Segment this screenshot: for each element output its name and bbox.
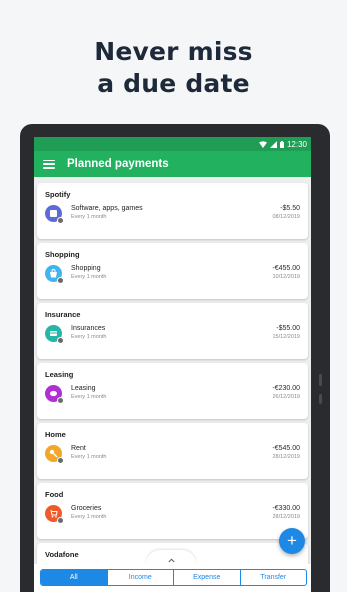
software-icon: [45, 204, 64, 224]
payment-category: Software, apps, games: [71, 205, 143, 212]
payment-card[interactable]: Leasing Leasing Every 1 month -€230.00 2…: [37, 363, 308, 419]
battery-icon: [279, 140, 284, 148]
payment-title: Home: [45, 430, 66, 439]
tab-income[interactable]: Income: [106, 570, 174, 585]
payment-card[interactable]: Shopping Shopping Every 1 month -€455.00…: [37, 243, 308, 299]
payment-date: 10/12/2019: [272, 274, 300, 280]
app-screen: 12:30 Planned payments Spotify Software,…: [34, 137, 311, 592]
headline: Never miss a due date: [0, 36, 347, 100]
payment-category: Groceries: [71, 505, 102, 512]
chevron-up-icon: [167, 558, 175, 563]
repeat-icon: [57, 336, 64, 344]
payment-frequency: Every 1 month: [71, 274, 107, 280]
repeat-icon: [57, 516, 64, 524]
insurance-icon: [45, 324, 64, 344]
groceries-icon: [45, 504, 64, 524]
tab-all[interactable]: All: [41, 570, 107, 585]
volume-button: [319, 374, 322, 386]
payment-card[interactable]: Home Rent Every 1 month -€545.00 28/12/2…: [37, 423, 308, 479]
payment-frequency: Every 1 month: [71, 214, 107, 220]
page-title: Planned payments: [67, 158, 169, 170]
payment-amount: -€455.00: [272, 265, 300, 272]
payment-date: 08/12/2019: [272, 214, 300, 220]
payment-frequency: Every 1 month: [71, 334, 107, 340]
payment-category: Leasing: [71, 385, 96, 392]
add-payment-button[interactable]: +: [279, 528, 305, 554]
payment-card[interactable]: Insurance Insurances Every 1 month -$55.…: [37, 303, 308, 359]
app-bar: Planned payments: [34, 151, 311, 177]
payment-category: Rent: [71, 445, 86, 452]
payment-title: Spotify: [45, 190, 71, 199]
repeat-icon: [57, 456, 64, 464]
signal-icon: [269, 140, 277, 148]
payment-amount: -$55.00: [276, 325, 300, 332]
repeat-icon: [57, 216, 64, 224]
payment-date: 28/12/2019: [272, 514, 300, 520]
shopping-bag-icon: [45, 264, 64, 284]
bottom-sheet-handle[interactable]: [146, 550, 196, 564]
headline-line-1: Never miss: [94, 37, 253, 66]
tab-expense[interactable]: Expense: [173, 570, 240, 585]
payment-title: Shopping: [45, 250, 80, 259]
payment-amount: -€230.00: [272, 385, 300, 392]
payment-title: Insurance: [45, 310, 81, 319]
payment-title: Leasing: [45, 370, 74, 379]
hamburger-menu-icon[interactable]: [43, 159, 55, 169]
wifi-icon: [258, 140, 267, 148]
payment-date: 15/12/2019: [272, 334, 300, 340]
payment-date: 28/12/2019: [272, 454, 300, 460]
filter-bar: All Income Expense Transfer: [34, 564, 311, 592]
payment-date: 26/12/2019: [272, 394, 300, 400]
payment-title: Food: [45, 490, 64, 499]
payment-category: Insurances: [71, 325, 106, 332]
payment-frequency: Every 1 month: [71, 394, 107, 400]
payment-card[interactable]: Spotify Software, apps, games Every 1 mo…: [37, 183, 308, 239]
headline-line-2: a due date: [97, 69, 250, 98]
repeat-icon: [57, 396, 64, 404]
payment-card[interactable]: Food Groceries Every 1 month -€330.00 28…: [37, 483, 308, 539]
power-button: [319, 394, 322, 404]
status-bar: 12:30: [34, 137, 311, 151]
payment-amount: -$5.50: [280, 205, 300, 212]
filter-tabs: All Income Expense Transfer: [40, 569, 307, 586]
payment-amount: -€545.00: [272, 445, 300, 452]
repeat-icon: [57, 276, 64, 284]
key-icon: [45, 444, 64, 464]
leasing-icon: [45, 384, 64, 404]
payment-frequency: Every 1 month: [71, 514, 107, 520]
payment-category: Shopping: [71, 265, 101, 272]
payment-amount: -€330.00: [272, 505, 300, 512]
tab-transfer[interactable]: Transfer: [239, 570, 307, 585]
status-time: 12:30: [286, 139, 307, 149]
payment-frequency: Every 1 month: [71, 454, 107, 460]
payments-list: Spotify Software, apps, games Every 1 mo…: [34, 177, 311, 592]
